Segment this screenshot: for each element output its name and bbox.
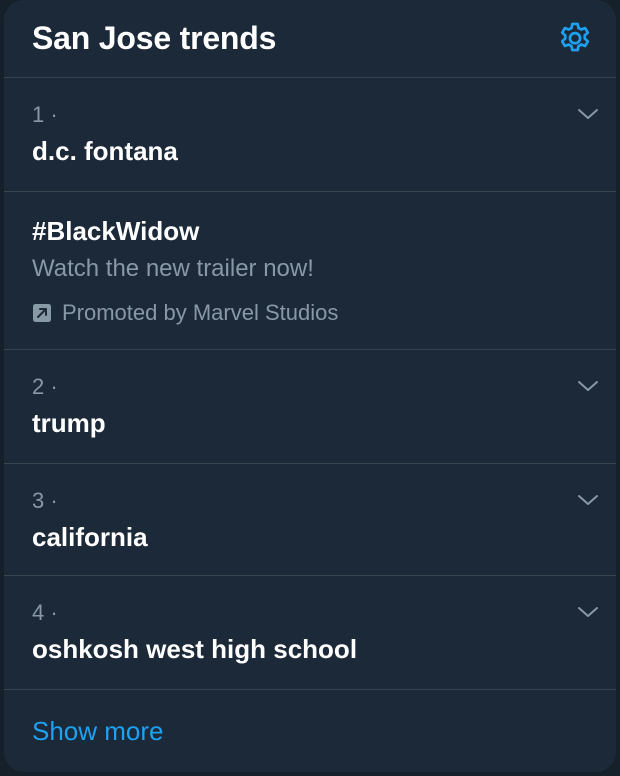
trend-name: oshkosh west high school — [32, 634, 358, 664]
trend-item[interactable]: 2 · trump — [4, 350, 616, 464]
trend-item[interactable]: 3 · california — [4, 464, 616, 576]
promoted-label: Promoted by Marvel Studios — [62, 300, 339, 325]
trend-name: trump — [32, 408, 106, 438]
promoted-icon — [33, 304, 51, 322]
promoted-description: Watch the new trailer now! — [32, 255, 314, 282]
trend-name: d.c. fontana — [32, 136, 178, 166]
trend-rank: 1 · — [32, 102, 58, 127]
trend-rank: 2 · — [32, 374, 58, 399]
trend-name: california — [32, 522, 148, 552]
trends-header: San Jose trends — [4, 0, 616, 78]
chevron-down-icon[interactable] — [576, 102, 600, 126]
promoted-trend-name: #BlackWidow — [32, 216, 200, 246]
show-more-link[interactable]: Show more — [32, 716, 164, 747]
trend-item[interactable]: 1 · d.c. fontana — [4, 78, 616, 192]
chevron-down-icon[interactable] — [576, 488, 600, 512]
trend-rank: 3 · — [32, 488, 58, 513]
promoted-trend-item[interactable]: #BlackWidow Watch the new trailer now! P… — [4, 192, 616, 350]
promoted-label-row: Promoted by Marvel Studios — [32, 300, 338, 326]
trend-item[interactable]: 4 · oshkosh west high school — [4, 576, 616, 690]
trends-title: San Jose trends — [32, 20, 277, 56]
gear-icon[interactable] — [556, 20, 594, 58]
chevron-down-icon[interactable] — [576, 600, 600, 624]
trends-panel: San Jose trends 1 · d.c. fontana #BlackW… — [4, 0, 616, 772]
trend-rank: 4 · — [32, 600, 58, 625]
chevron-down-icon[interactable] — [576, 374, 600, 398]
